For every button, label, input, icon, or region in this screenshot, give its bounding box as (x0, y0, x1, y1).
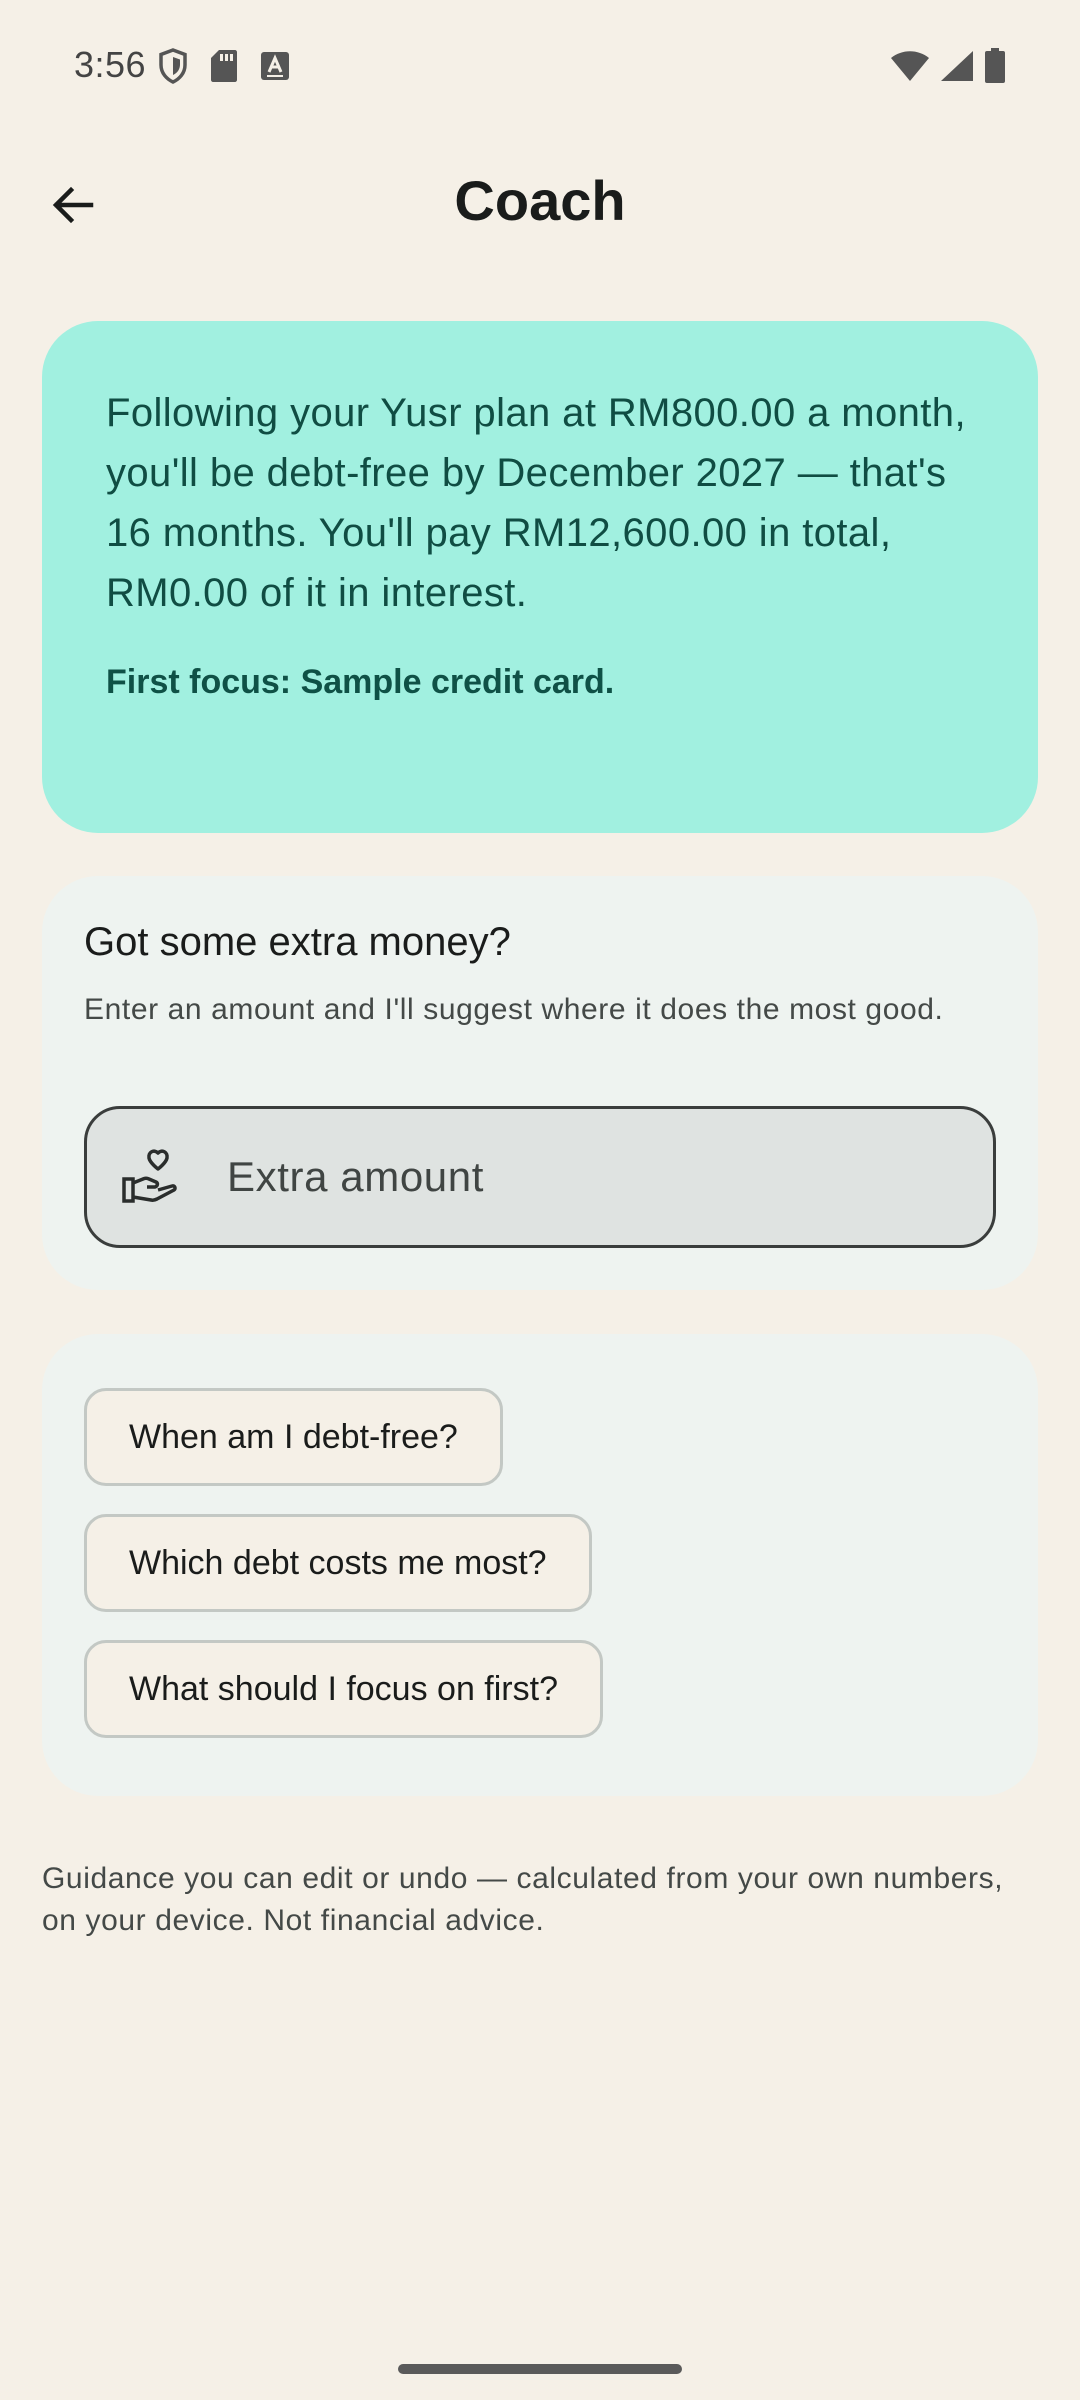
shield-icon (158, 48, 188, 84)
question-chip-debt-free[interactable]: When am I debt-free? (84, 1388, 503, 1486)
status-icons-right (890, 48, 1006, 84)
keyboard-icon (260, 51, 290, 81)
top-app-bar: Coach (0, 130, 1080, 280)
disclaimer-text: Guidance you can edit or undo — calculat… (42, 1862, 1004, 1937)
status-time: 3:56 (74, 44, 147, 85)
hand-heart-icon (119, 1146, 181, 1208)
home-indicator[interactable] (398, 2364, 682, 2374)
status-icons-left (158, 48, 290, 84)
question-chip-costs-most[interactable]: Which debt costs me most? (84, 1514, 592, 1612)
extra-amount-input[interactable]: Extra amount (84, 1106, 996, 1248)
extra-money-card: Got some extra money? Enter an amount an… (42, 876, 1038, 1290)
sd-card-icon (210, 49, 238, 83)
cell-signal-icon (940, 50, 974, 82)
page-title: Coach (454, 169, 626, 232)
status-bar: 3:56 (0, 0, 1080, 130)
battery-icon (984, 48, 1006, 84)
extra-amount-placeholder: Extra amount (227, 1153, 484, 1200)
question-chip-focus-first[interactable]: What should I focus on first? (84, 1640, 603, 1738)
wifi-icon (890, 50, 930, 82)
plan-summary-card: Following your Yusr plan at RM800.00 a m… (42, 321, 1038, 833)
extra-money-subtitle: Enter an amount and I'll suggest where i… (84, 993, 944, 1026)
first-focus-text: First focus: Sample credit card. (106, 663, 615, 701)
plan-summary-text: Following your Yusr plan at RM800.00 a m… (106, 391, 966, 615)
extra-money-title: Got some extra money? (84, 920, 511, 964)
suggested-questions-card: When am I debt-free? Which debt costs me… (42, 1334, 1038, 1796)
